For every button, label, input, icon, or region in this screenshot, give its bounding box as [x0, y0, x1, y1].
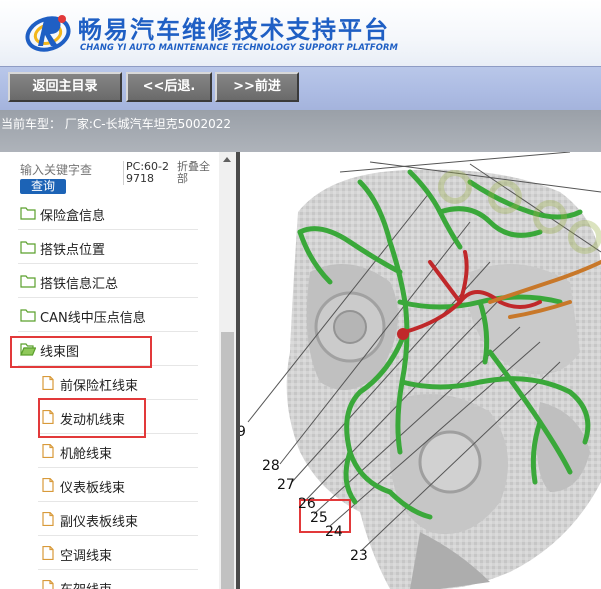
folder-icon: [20, 207, 36, 220]
scroll-up-arrow-icon[interactable]: [219, 152, 236, 169]
vehicle-info-bar: 当前车型： 厂家:C-长城汽车坦克5002022: [0, 110, 601, 152]
tree-item-label: 机舱线束: [60, 447, 113, 462]
tree-item-label: 保险盒信息: [40, 209, 106, 224]
callout-23: 23: [350, 548, 368, 564]
app-header: 畅易汽车维修技术支持平台 CHANG YI AUTO MAINTENANCE T…: [0, 0, 601, 66]
collapse-all-button[interactable]: 折叠全部: [177, 161, 217, 185]
tree-item-ac-harness[interactable]: 空调线束: [38, 537, 198, 570]
tree-item-label: 仪表板线束: [60, 481, 126, 496]
tree-item-label: 搭铁信息汇总: [40, 277, 119, 292]
document-icon: [42, 444, 54, 458]
tree-item-console-harness[interactable]: 副仪表板线束: [38, 503, 198, 536]
document-icon: [42, 580, 54, 589]
tree-item-label: 车架线束: [60, 579, 112, 589]
tree-item-can-points[interactable]: CAN线中压点信息: [18, 299, 198, 332]
highlight-harness-diagram: [10, 336, 152, 368]
tree-item-front-bumper-harness[interactable]: 前保险杠线束: [38, 367, 198, 400]
brand-subtitle: CHANG YI AUTO MAINTENANCE TECHNOLOGY SUP…: [80, 42, 398, 52]
callout-27: 27: [277, 477, 295, 493]
highlight-engine-harness: [38, 398, 146, 438]
home-button[interactable]: 返回主目录: [8, 72, 122, 102]
tree-item-ground-location[interactable]: 搭铁点位置: [18, 231, 198, 264]
callout-24: 24: [325, 524, 343, 540]
forward-button[interactable]: >>前进: [215, 72, 299, 102]
toolbar: 返回主目录 <<后退. >>前进: [0, 66, 601, 111]
sidebar-scrollbar-thumb[interactable]: [221, 332, 234, 589]
document-icon: [42, 376, 54, 390]
tree-item-engine-bay-harness[interactable]: 机舱线束: [38, 435, 198, 468]
folder-icon: [20, 309, 36, 322]
pc-code: PC:60-29718: [123, 161, 170, 185]
callout-28: 28: [262, 458, 280, 474]
red-connector: [397, 328, 409, 340]
tree-item-fuse-box[interactable]: 保险盒信息: [18, 197, 198, 230]
tree-item-label: 前保险杠线束: [60, 379, 139, 394]
tree-item-label: 副仪表板线束: [60, 515, 139, 530]
callout-9: 9: [240, 424, 246, 440]
harness-diagram-view[interactable]: 9 28 27 26 25 24 23: [240, 152, 601, 589]
sidebar-tree: 查询 PC:60-29718 折叠全部 保险盒信息 搭铁点位置 搭铁信息汇总 C…: [0, 152, 236, 589]
tree-item-ground-summary[interactable]: 搭铁信息汇总: [18, 265, 198, 298]
document-icon: [42, 546, 54, 560]
document-icon: [42, 478, 54, 492]
engine-harness-illustration: [247, 152, 601, 589]
tree-item-frame-harness[interactable]: 车架线束: [38, 571, 198, 589]
search-input[interactable]: [20, 162, 118, 178]
folder-icon: [20, 275, 36, 288]
search-button[interactable]: 查询: [20, 179, 66, 194]
tree-item-label: CAN线中压点信息: [40, 311, 146, 326]
vehicle-info: 当前车型： 厂家:C-长城汽车坦克5002022: [1, 117, 232, 131]
back-button[interactable]: <<后退.: [126, 72, 212, 102]
brand-title: 畅易汽车维修技术支持平台: [78, 16, 390, 44]
tree-item-dashboard-harness[interactable]: 仪表板线束: [38, 469, 198, 502]
tree-item-label: 搭铁点位置: [40, 243, 106, 258]
tree-item-label: 空调线束: [60, 549, 113, 564]
document-icon: [42, 512, 54, 526]
folder-icon: [20, 241, 36, 254]
chang-yi-logo-icon: [25, 15, 71, 52]
